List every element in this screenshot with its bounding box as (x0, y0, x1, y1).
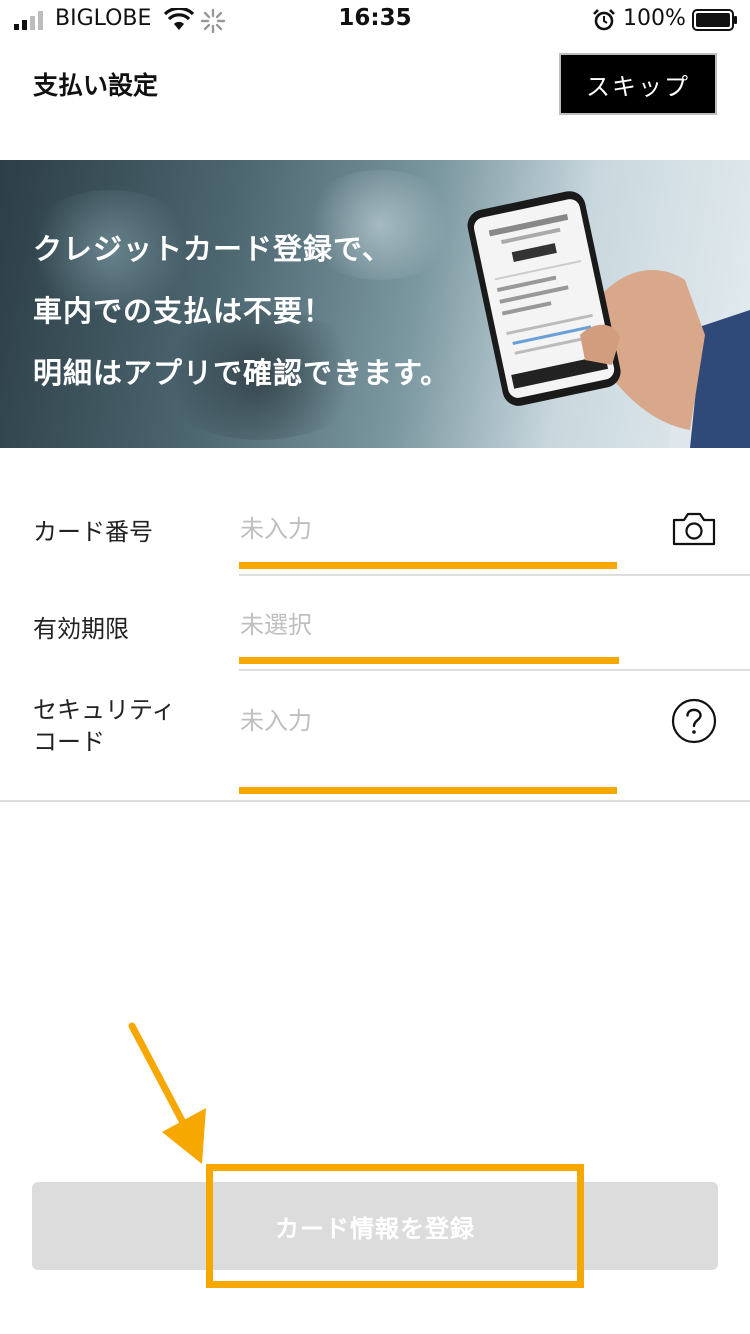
security-code-label-line2: コード (33, 728, 105, 756)
banner-text-line: 車内での支払は不要！ (33, 294, 334, 328)
help-icon[interactable] (671, 698, 717, 744)
phone-in-hand-illustration (467, 191, 750, 448)
banner-text-line: クレジットカード登録で、 (33, 232, 392, 266)
camera-icon[interactable] (672, 512, 716, 546)
row-divider (239, 669, 750, 671)
promo-banner: クレジットカード登録で、 車内での支払は不要！ 明細はアプリで確認できます。 (0, 160, 750, 448)
card-number-label: カード番号 (33, 518, 153, 546)
status-bar: BIGLOBE 16:35 100% (0, 0, 750, 40)
security-code-input[interactable] (240, 699, 618, 743)
row-divider (239, 574, 750, 576)
banner-text-line: 明細はアプリで確認できます。 (33, 356, 451, 390)
card-number-underline (239, 562, 617, 569)
security-code-underline (239, 787, 617, 794)
battery-icon (692, 9, 737, 31)
highlight-box (206, 1164, 584, 1288)
alarm-icon (593, 9, 615, 31)
expiry-underline (239, 657, 619, 664)
page-title: 支払い設定 (33, 71, 159, 100)
expiry-select[interactable] (240, 603, 618, 647)
arrow-icon (128, 1022, 206, 1164)
skip-button[interactable]: スキップ (559, 53, 717, 115)
expiry-label: 有効期限 (33, 615, 129, 643)
card-number-input[interactable] (240, 507, 618, 551)
security-code-label-line1: セキュリティ (33, 696, 176, 724)
battery-percent: 100% (623, 6, 686, 31)
section-divider (0, 800, 750, 802)
